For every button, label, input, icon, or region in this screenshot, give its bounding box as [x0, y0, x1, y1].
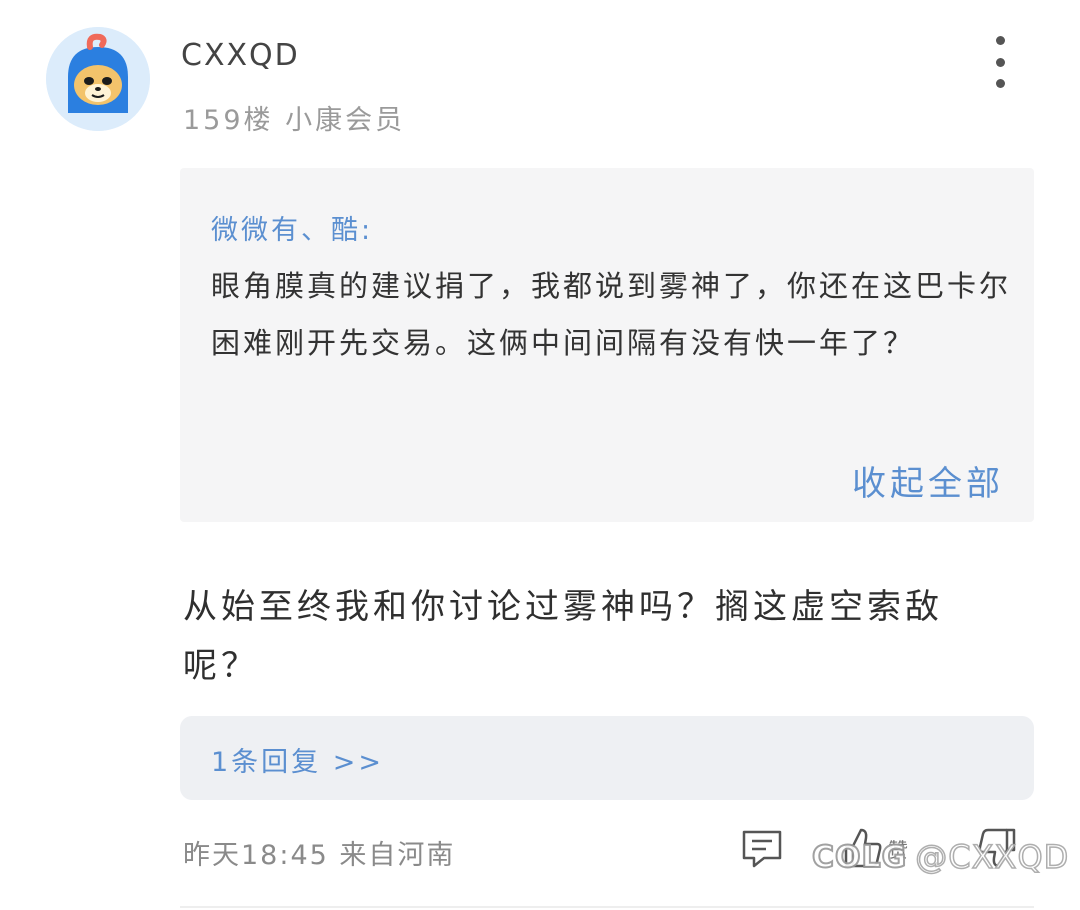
comment-icon[interactable] — [740, 828, 784, 870]
post-content: 从始至终我和你讨论过雾神吗？搁这虚空索敌呢？ — [183, 587, 943, 686]
watermark: COLG @CXXQD — [811, 837, 1070, 877]
watermark-logo: COLG — [811, 839, 908, 876]
floor-and-rank: 159楼 小康会员 — [183, 105, 406, 136]
divider — [180, 906, 1034, 908]
collapse-all-button[interactable]: 收起全部 — [852, 456, 1004, 505]
timestamp-location: 昨天18:45 来自河南 — [183, 840, 456, 871]
username[interactable]: CXXQD — [181, 38, 300, 73]
dog-avatar-icon — [46, 27, 150, 131]
more-options-icon[interactable] — [980, 36, 1020, 88]
replies-box[interactable]: 1条回复 >> — [180, 716, 1034, 800]
user-avatar[interactable] — [46, 27, 150, 131]
view-replies-link[interactable]: 1条回复 >> — [211, 740, 384, 779]
quote-author[interactable]: 微微有、酷: — [211, 208, 373, 247]
quote-text: 眼角膜真的建议捐了，我都说到雾神了，你还在这巴卡尔困难刚开先交易。这俩中间间隔有… — [211, 269, 1012, 360]
watermark-handle: @CXXQD — [915, 837, 1070, 877]
quoted-reply: 微微有、酷: 眼角膜真的建议捐了，我都说到雾神了，你还在这巴卡尔困难刚开先交易。… — [180, 168, 1034, 522]
